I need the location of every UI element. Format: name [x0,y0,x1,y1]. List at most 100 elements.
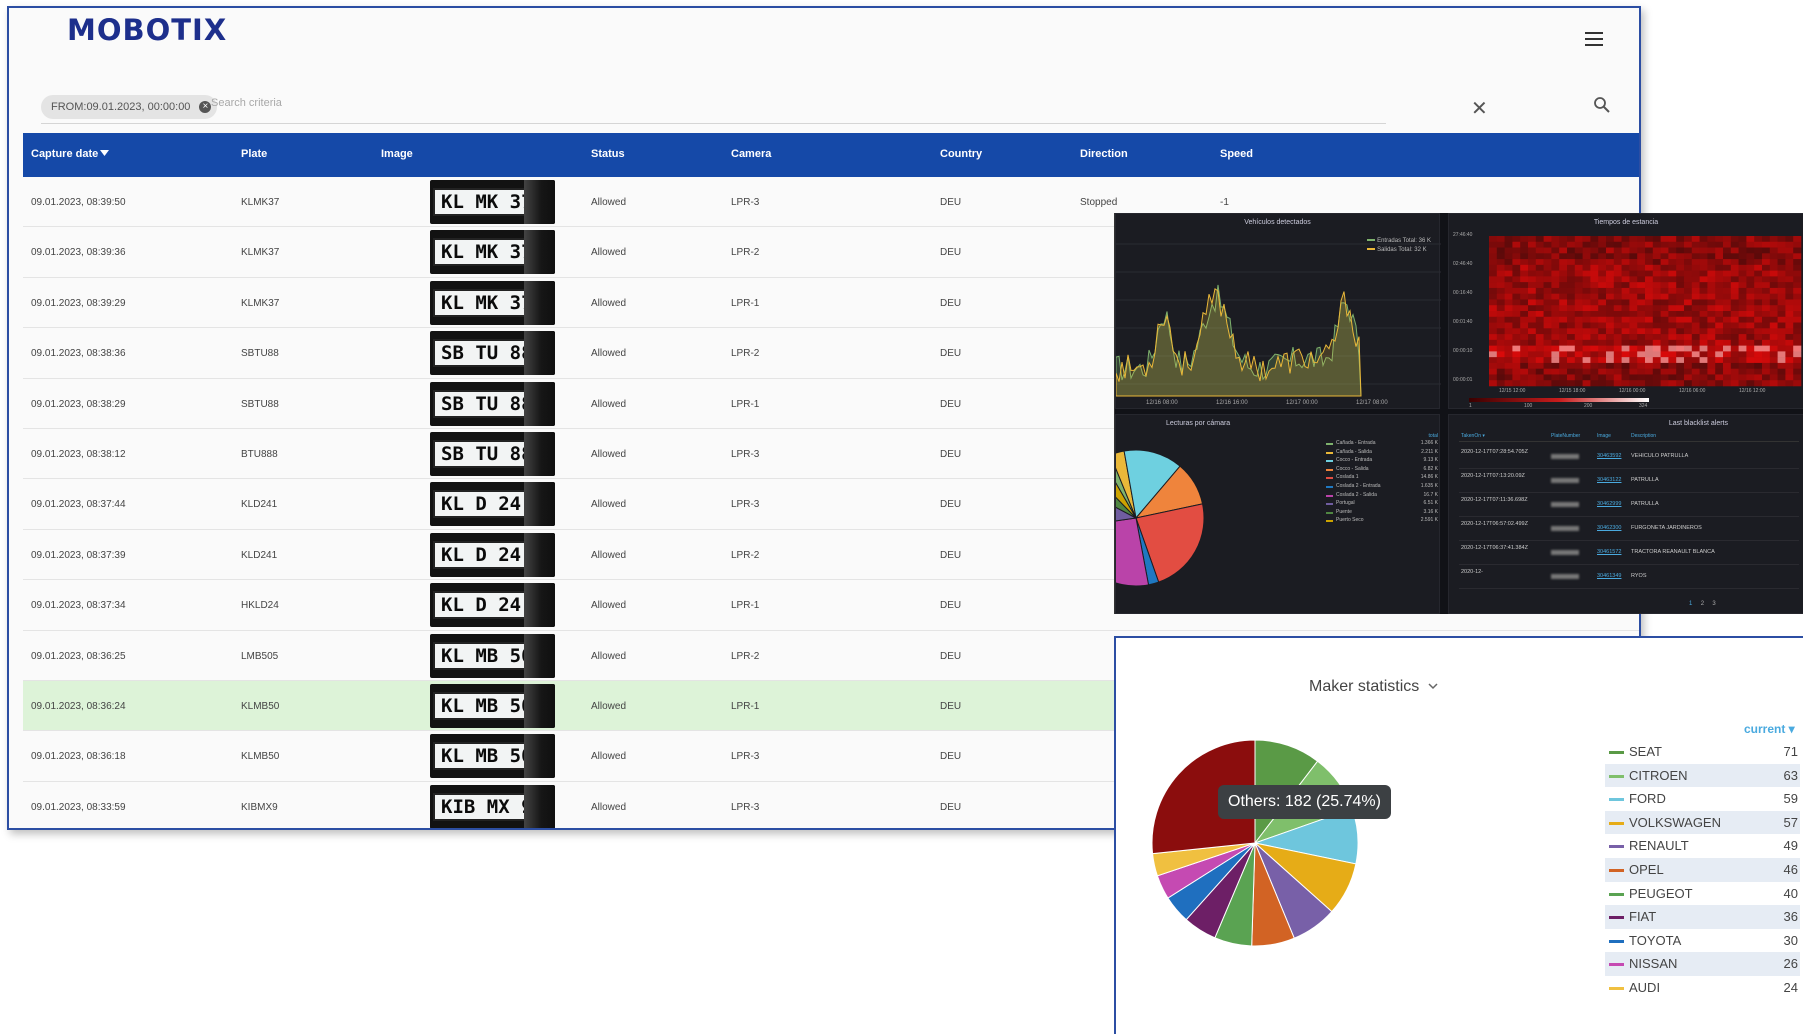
heat-cell [1512,316,1521,323]
heat-cell [1793,305,1802,312]
maker-legend-item[interactable]: TOYOTA 30 [1605,929,1800,953]
heat-cell [1543,345,1552,352]
heat-cell [1715,299,1724,306]
hamburger-menu-icon[interactable] [1585,32,1603,46]
heat-cell [1512,311,1521,318]
maker-legend-item[interactable]: PEUGEOT 40 [1605,882,1800,906]
heat-cell [1590,316,1599,323]
blacklist-row[interactable]: 2020-12- 30461349 RYOS [1459,565,1799,589]
plate-image[interactable]: KL MK 37 [430,280,555,325]
maker-legend-item[interactable]: RENAULT 49 [1605,834,1800,858]
sort-desc-icon[interactable] [100,150,109,157]
plate-image[interactable]: SB TU 88 [430,381,555,426]
maker-legend-item[interactable]: NISSAN 26 [1605,952,1800,976]
blacklist-row[interactable]: 2020-12-17T06:57:02.499Z 30462300 FURGONET… [1459,517,1799,541]
plate-image[interactable]: SB TU 88 [430,331,555,376]
maker-legend-item[interactable]: VOLKSWAGEN 57 [1605,810,1800,835]
maker-legend-item[interactable]: OPEL 46 [1605,857,1800,882]
blacklist-row[interactable]: 2020-12-17T07:28:54.705Z 30463592 VEHICULO… [1459,445,1799,469]
maker-legend-item[interactable]: FORD 59 [1605,787,1800,811]
col-capture-date[interactable]: Capture date [31,148,98,160]
cell-status: Allowed [591,197,627,208]
cell-plate: KLD241 [241,549,278,561]
bl-col-taken[interactable]: TakenOn ▾ [1461,433,1485,439]
chevron-down-icon[interactable] [1428,683,1438,690]
maker-statistics-title[interactable]: Maker statistics [1309,678,1438,696]
search-input[interactable] [211,97,911,109]
plate-image-blur [524,431,555,476]
heat-cell [1528,276,1537,283]
maker-legend-item[interactable]: AUDI 24 [1605,976,1800,1000]
col-image[interactable]: Image [381,148,413,160]
col-direction[interactable]: Direction [1080,148,1128,160]
heat-cell [1613,282,1622,289]
bl-image-link[interactable]: 30461349 [1597,573,1621,579]
blacklist-row[interactable]: 2020-12-17T07:13:20.09Z 30463122 PATRULLA [1459,469,1799,493]
clear-search-icon[interactable]: ✕ [1471,96,1488,121]
legend-value: 9.13 K [1423,457,1438,464]
col-plate[interactable]: Plate [241,148,267,160]
maker-name: OPEL [1629,861,1664,877]
plate-image[interactable]: KL MK 37 [430,180,555,224]
maker-legend-item[interactable]: CITROEN 63 [1605,763,1800,788]
col-status[interactable]: Status [591,148,625,160]
plate-image[interactable]: KL MB 50 [430,683,555,728]
heat-cell [1489,264,1498,271]
col-speed[interactable]: Speed [1220,148,1253,160]
chip-remove-icon[interactable]: × [199,101,212,113]
plate-image[interactable]: KL MK 37 [430,230,555,275]
blacklist-row[interactable]: 2020-12-17T06:37:41.384Z 30461572 TRACTORA… [1459,541,1799,565]
heat-cell [1543,253,1552,260]
maker-legend-item[interactable]: SEAT 71 [1605,740,1800,764]
plate-image[interactable]: KL D 24 [430,532,555,577]
legend-swatch [1609,821,1624,825]
bl-image-link[interactable]: 30462999 [1597,501,1621,507]
page-3[interactable]: 3 [1712,601,1715,607]
current-sort-dropdown[interactable]: current ▾ [1744,722,1795,736]
heat-cell [1715,287,1724,294]
legend-value: 6.51 K [1423,500,1438,507]
heat-cell [1777,276,1786,283]
x-tick: 12/16 08:00 [1146,400,1178,406]
plate-image[interactable]: KL MB 50 [430,734,555,779]
heat-cell [1676,287,1685,294]
plate-image[interactable]: SB TU 88 [430,431,555,476]
heat-cell [1582,374,1591,381]
bl-image-link[interactable]: 30463592 [1597,453,1621,459]
plate-image[interactable]: KIB MX 9 [430,784,555,828]
heat-cell [1551,339,1560,346]
blacklist-row[interactable]: 2020-12-17T07:11:36.698Z 30462999 PATRULLA [1459,493,1799,517]
heat-cell [1691,351,1700,358]
heat-cell [1691,276,1700,283]
bl-col-desc[interactable]: Description [1631,433,1656,439]
heat-cell [1559,293,1568,300]
bl-image-link[interactable]: 30461572 [1597,549,1621,555]
heat-cell [1574,345,1583,352]
bl-col-plate[interactable]: PlateNumber [1551,433,1580,439]
plate-image-text: KL D 24 [433,591,527,620]
heat-cell [1738,253,1747,260]
plate-image[interactable]: KL D 24 [430,482,555,527]
filter-chip[interactable]: FROM:09.01.2023, 00:00:00 × [41,95,218,119]
heat-cell [1707,287,1716,294]
maker-legend-item[interactable]: FIAT 36 [1605,905,1800,929]
heat-cell [1512,328,1521,335]
heat-cell [1785,299,1794,306]
plate-image[interactable]: KL D 24 [430,583,555,628]
legend-swatch [1609,845,1624,849]
heat-cell [1504,328,1513,335]
bl-col-image[interactable]: Image [1597,433,1611,439]
heat-cell [1699,287,1708,294]
bl-image-link[interactable]: 30462300 [1597,525,1621,531]
plate-image[interactable]: KL MB 50 [430,633,555,678]
search-icon[interactable] [1593,96,1611,114]
heat-cell [1645,316,1654,323]
heat-cell [1762,287,1771,294]
heat-cell [1684,316,1693,323]
page-1[interactable]: 1 [1689,601,1692,607]
col-country[interactable]: Country [940,148,982,160]
page-2[interactable]: 2 [1701,601,1704,607]
col-camera[interactable]: Camera [731,148,771,160]
heat-cell [1496,253,1505,260]
bl-image-link[interactable]: 30463122 [1597,477,1621,483]
